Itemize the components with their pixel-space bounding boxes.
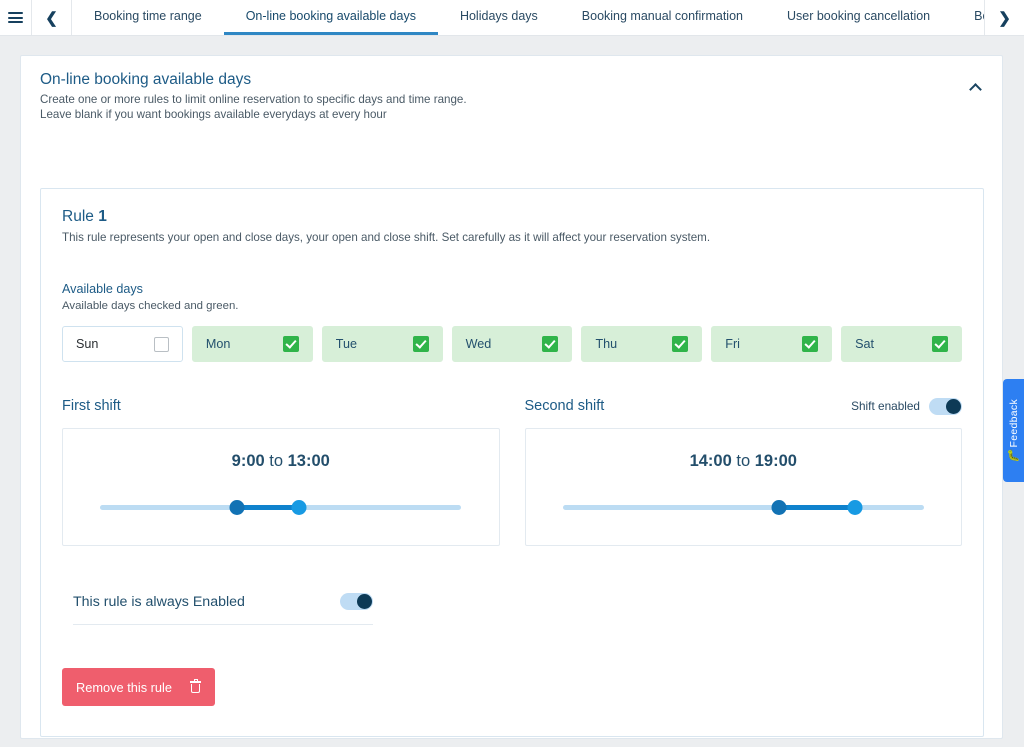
day-checkbox-tue[interactable]: Tue <box>322 326 443 362</box>
slider-selected-range <box>779 505 855 510</box>
day-label-sat: Sat <box>855 337 874 351</box>
page-title: On-line booking available days <box>40 71 982 89</box>
first-shift-section: First shift 9:00 to 13:00 <box>62 395 500 546</box>
second-shift-enable-group: Shift enabled <box>851 398 962 415</box>
slider-handle-end[interactable] <box>291 500 306 515</box>
day-checkbox-fri[interactable]: Fri <box>711 326 832 362</box>
day-label-mon: Mon <box>206 337 231 351</box>
tab-online-booking-available-days[interactable]: On-line booking available days <box>224 0 438 35</box>
first-shift-header: First shift <box>62 395 500 417</box>
trash-icon <box>190 681 201 693</box>
day-label-thu: Thu <box>595 337 617 351</box>
rule-always-enabled-label: This rule is always Enabled <box>73 594 245 610</box>
checkbox-checked-icon[interactable] <box>932 336 948 352</box>
first-shift-title: First shift <box>62 398 121 414</box>
tab-booking-rescheduling[interactable]: Booking rescheduling <box>952 0 984 35</box>
tab-list: Booking time range On-line booking avail… <box>72 0 984 35</box>
day-label-sun: Sun <box>76 337 98 351</box>
checkbox-checked-icon[interactable] <box>283 336 299 352</box>
second-shift-box: 14:00 to 19:00 <box>525 428 963 546</box>
available-days-label: Available days <box>62 282 962 296</box>
second-shift-time-separator: to <box>732 452 755 470</box>
second-shift-start-time: 14:00 <box>690 452 732 470</box>
second-shift-end-time: 19:00 <box>755 452 797 470</box>
hamburger-icon <box>8 10 23 26</box>
slider-rail <box>563 505 924 510</box>
available-days-row: Sun Mon Tue Wed Thu <box>62 326 962 362</box>
slider-handle-start[interactable] <box>230 500 245 515</box>
first-shift-box: 9:00 to 13:00 <box>62 428 500 546</box>
tab-user-booking-cancellation[interactable]: User booking cancellation <box>765 0 952 35</box>
top-navigation-bar: ❮ Booking time range On-line booking ava… <box>0 0 1024 36</box>
second-shift-range-slider[interactable] <box>563 498 924 516</box>
settings-panel: On-line booking available days Create on… <box>20 55 1003 739</box>
day-checkbox-sat[interactable]: Sat <box>841 326 962 362</box>
day-label-fri: Fri <box>725 337 740 351</box>
checkbox-checked-icon[interactable] <box>672 336 688 352</box>
chevron-right-icon: ❯ <box>998 9 1011 27</box>
panel-subtitle-line-2: Leave blank if you want bookings availab… <box>40 107 982 122</box>
day-checkbox-sun[interactable]: Sun <box>62 326 183 362</box>
feedback-tab[interactable]: Feedback 🐛 <box>1003 379 1024 482</box>
toggle-knob <box>357 594 372 609</box>
tab-booking-time-range[interactable]: Booking time range <box>72 0 224 35</box>
toggle-knob <box>946 399 961 414</box>
slider-handle-end[interactable] <box>848 500 863 515</box>
first-shift-start-time: 9:00 <box>232 452 265 470</box>
menu-toggle-button[interactable] <box>0 0 31 35</box>
panel-collapse-button[interactable] <box>964 78 986 96</box>
first-shift-range-slider[interactable] <box>100 498 461 516</box>
day-checkbox-thu[interactable]: Thu <box>581 326 702 362</box>
second-shift-time-range: 14:00 to 19:00 <box>690 452 797 471</box>
day-label-wed: Wed <box>466 337 492 351</box>
tabs-scroll-left-button[interactable]: ❮ <box>32 0 71 35</box>
tabs-scroll-right-button[interactable]: ❯ <box>985 0 1024 35</box>
day-checkbox-wed[interactable]: Wed <box>452 326 573 362</box>
rule-always-enabled-row: This rule is always Enabled <box>73 593 373 625</box>
shift-enabled-label: Shift enabled <box>851 399 920 413</box>
shift-enabled-toggle[interactable] <box>929 398 962 415</box>
second-shift-section: Second shift Shift enabled 14:00 to 19:0… <box>525 395 963 546</box>
day-checkbox-mon[interactable]: Mon <box>192 326 313 362</box>
slider-handle-start[interactable] <box>772 500 787 515</box>
shifts-row: First shift 9:00 to 13:00 <box>62 395 962 546</box>
page-body: On-line booking available days Create on… <box>0 36 1024 747</box>
feedback-label: Feedback <box>1008 399 1020 448</box>
first-shift-end-time: 13:00 <box>288 452 330 470</box>
available-days-hint: Available days checked and green. <box>62 300 962 312</box>
rule-title: Rule 1 <box>62 208 962 226</box>
remove-rule-button[interactable]: Remove this rule <box>62 668 215 706</box>
slider-selected-range <box>237 505 298 510</box>
tab-holidays-days[interactable]: Holidays days <box>438 0 560 35</box>
second-shift-header: Second shift Shift enabled <box>525 395 963 417</box>
first-shift-time-separator: to <box>265 452 288 470</box>
rule-card: Rule 1 This rule represents your open an… <box>40 188 984 737</box>
chevron-left-icon: ❮ <box>45 9 58 27</box>
panel-header: On-line booking available days Create on… <box>21 56 1002 122</box>
remove-rule-button-label: Remove this rule <box>76 680 172 695</box>
chevron-up-icon <box>969 83 982 96</box>
day-label-tue: Tue <box>336 337 357 351</box>
tab-booking-manual-confirmation[interactable]: Booking manual confirmation <box>560 0 765 35</box>
first-shift-time-range: 9:00 to 13:00 <box>232 452 330 471</box>
checkbox-checked-icon[interactable] <box>413 336 429 352</box>
checkbox-checked-icon[interactable] <box>802 336 818 352</box>
checkbox-checked-icon[interactable] <box>542 336 558 352</box>
panel-subtitle-line-1: Create one or more rules to limit online… <box>40 92 982 107</box>
second-shift-title: Second shift <box>525 398 605 414</box>
bug-icon: 🐛 <box>1007 451 1021 462</box>
rule-always-enabled-toggle[interactable] <box>340 593 373 610</box>
checkbox-unchecked-icon[interactable] <box>154 337 169 352</box>
rule-description: This rule represents your open and close… <box>62 231 962 244</box>
rule-title-prefix: Rule <box>62 208 98 225</box>
rule-number: 1 <box>98 208 107 225</box>
